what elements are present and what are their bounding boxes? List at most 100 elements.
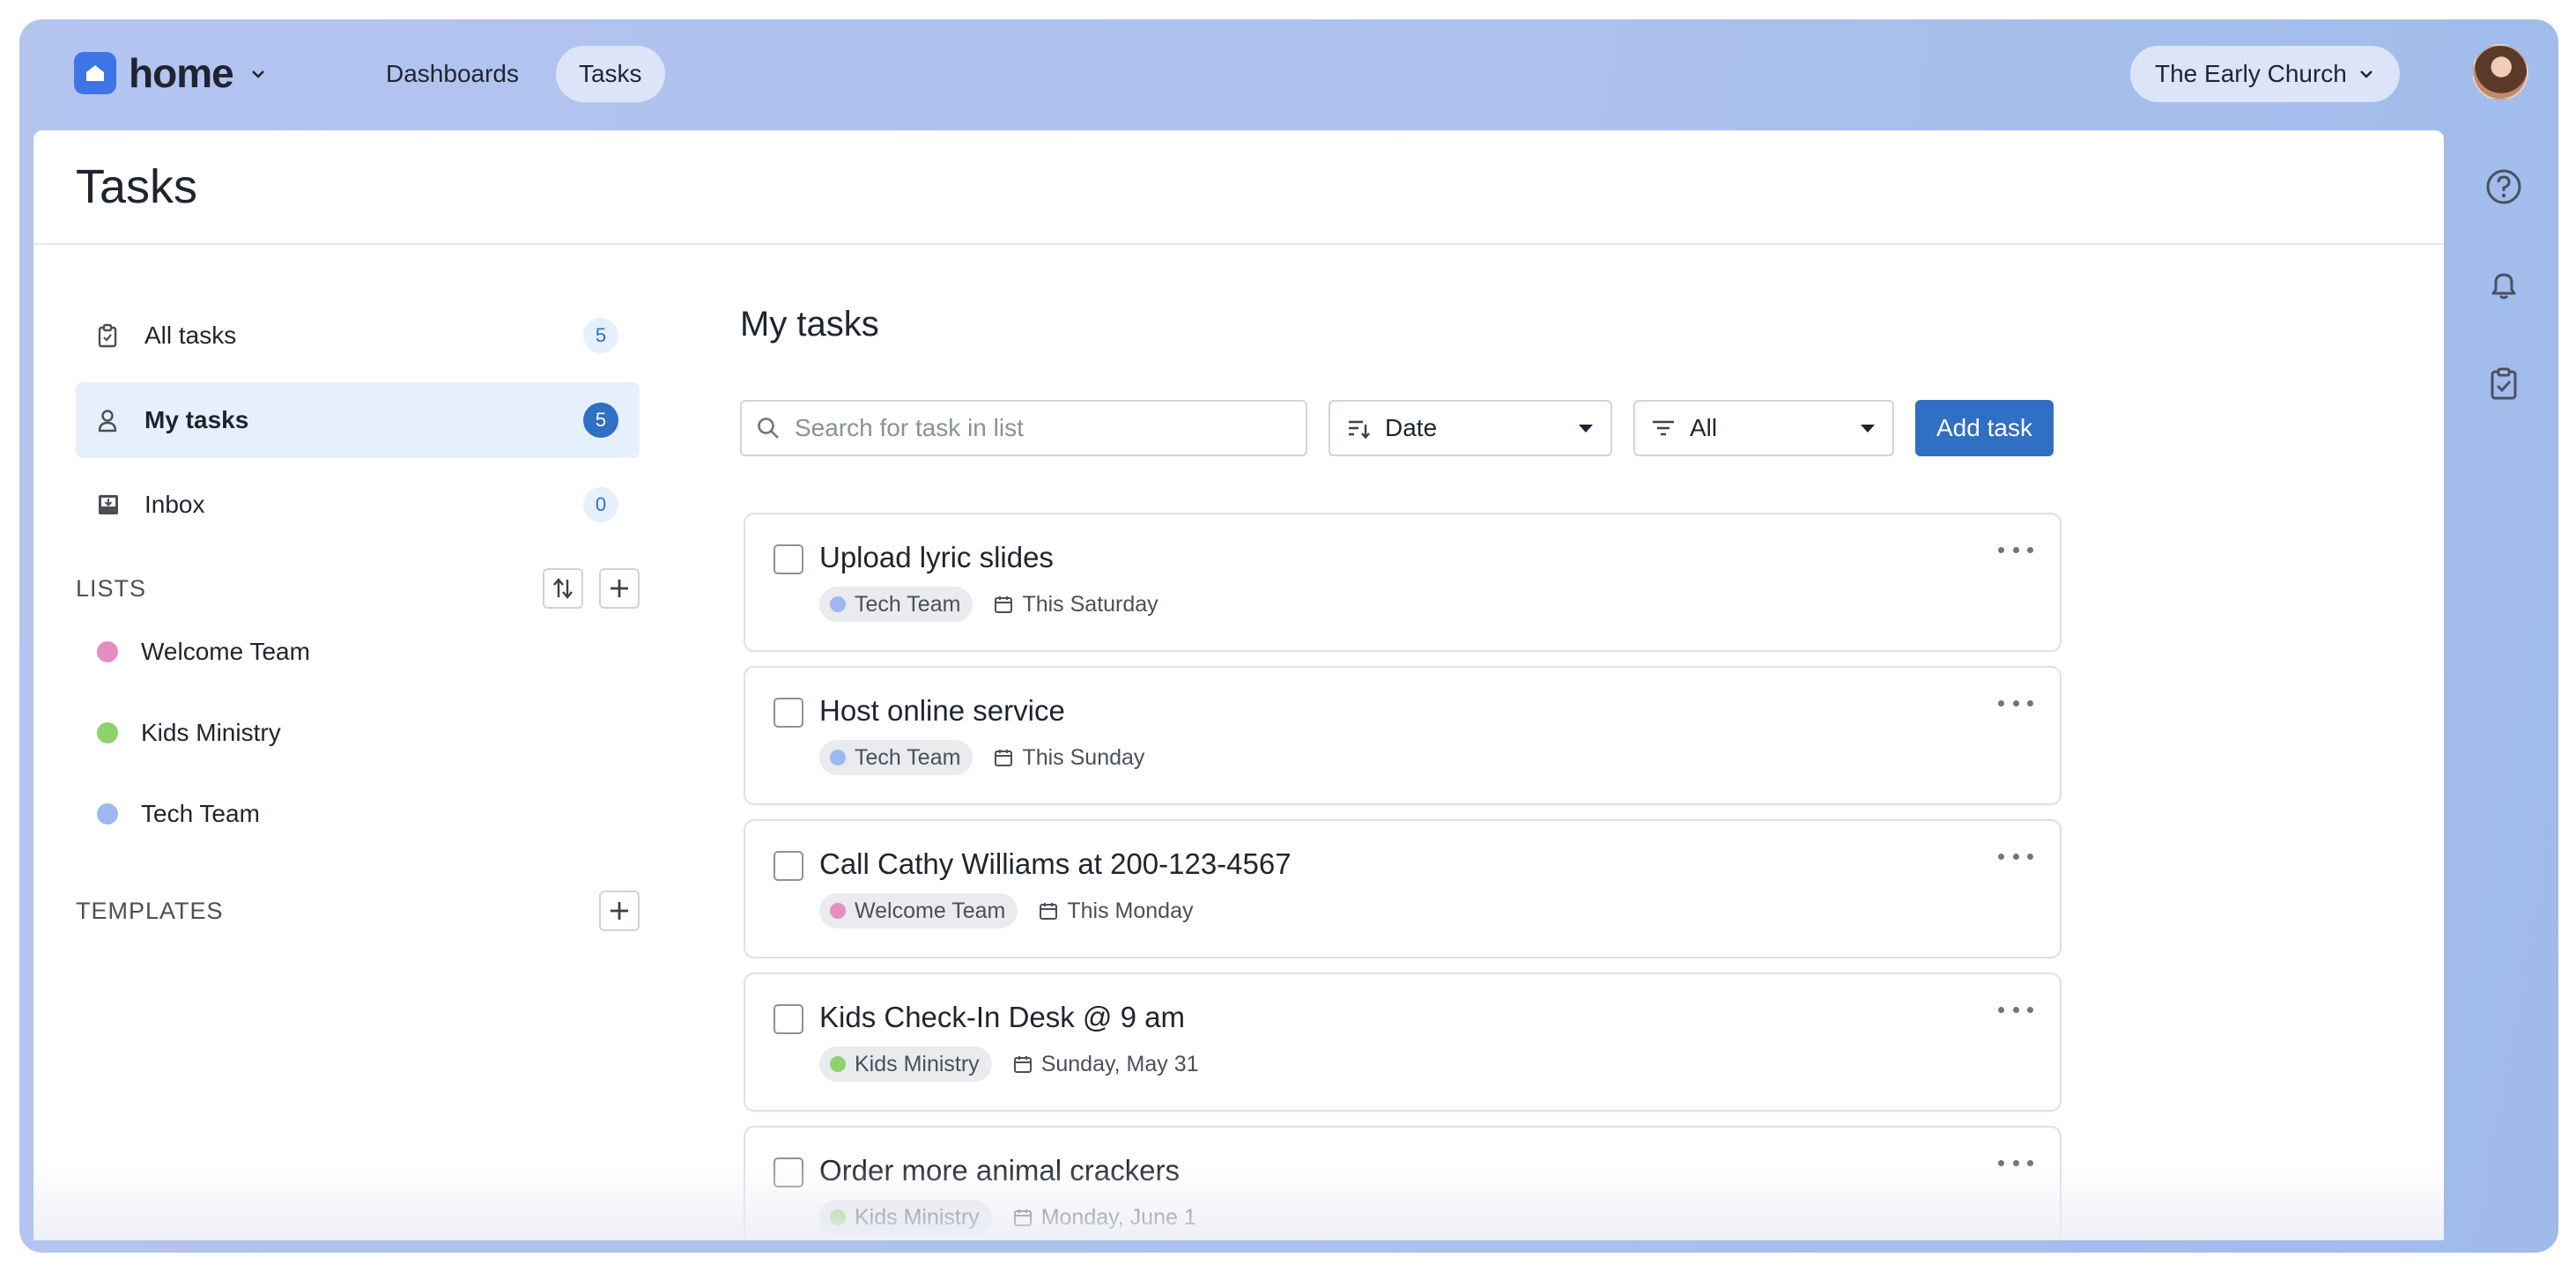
count-badge: 5: [583, 318, 618, 353]
sidebar-item-my-tasks[interactable]: My tasks 5: [76, 382, 640, 458]
search-icon: [758, 418, 779, 439]
due-date: Sunday, May 31: [1013, 1052, 1199, 1077]
more-options-icon[interactable]: [1998, 1154, 2033, 1172]
list-item-tech-team[interactable]: Tech Team: [76, 773, 640, 854]
help-icon[interactable]: [2469, 152, 2539, 222]
filter-icon: [1653, 420, 1674, 436]
tag-label: Welcome Team: [855, 898, 1006, 923]
add-task-button[interactable]: Add task: [1915, 400, 2054, 456]
page-title: Tasks: [76, 160, 198, 213]
caret-down-icon: [1861, 425, 1875, 433]
due-date-text: Sunday, May 31: [1040, 1051, 1199, 1076]
right-rail: [2469, 152, 2539, 447]
caret-down-icon: [1579, 425, 1593, 433]
task-checkbox[interactable]: [774, 1157, 803, 1187]
task-checkbox[interactable]: [774, 851, 803, 881]
templates-label: TEMPLATES: [76, 897, 224, 924]
tag-label: Kids Ministry: [855, 1204, 980, 1230]
app-name: home: [129, 50, 234, 96]
task-title: Host online service: [819, 694, 1065, 727]
home-logo-icon: [74, 52, 116, 94]
search-input[interactable]: [795, 414, 1306, 442]
add-template-button[interactable]: [599, 891, 640, 931]
filter-value: All: [1690, 414, 1718, 441]
sort-select[interactable]: Date: [1329, 400, 1612, 456]
due-date-text: This Sunday: [1022, 744, 1145, 770]
more-options-icon[interactable]: [1998, 1001, 2033, 1018]
bell-icon[interactable]: [2469, 250, 2539, 321]
due-date-text: This Saturday: [1022, 591, 1158, 617]
top-nav: Dashboards Tasks: [363, 46, 665, 102]
org-name: The Early Church: [2155, 60, 2347, 87]
sidebar-item-inbox[interactable]: Inbox 0: [76, 467, 640, 543]
search-field[interactable]: [740, 400, 1307, 456]
tag-label: Kids Ministry: [855, 1051, 980, 1076]
nav-tasks[interactable]: Tasks: [555, 46, 665, 102]
task-checkbox[interactable]: [774, 544, 803, 574]
app-switcher[interactable]: home: [74, 49, 267, 97]
task-checkbox[interactable]: [774, 1004, 803, 1034]
due-date-text: Monday, June 1: [1040, 1204, 1196, 1230]
sort-value: Date: [1385, 414, 1438, 441]
list-color-dot: [97, 803, 118, 825]
list-tag: Welcome Team: [819, 893, 1018, 928]
plus-icon: [611, 902, 628, 920]
task-card[interactable]: Upload lyric slides Tech Team This Satur…: [744, 513, 2062, 652]
task-title: Order more animal crackers: [819, 1154, 1180, 1187]
task-title: Kids Check-In Desk @ 9 am: [819, 1001, 1185, 1033]
clipboard-check-icon[interactable]: [2469, 349, 2539, 419]
lists-section-header: LISTS: [76, 566, 640, 611]
sidebar-item-label: My tasks: [144, 406, 249, 433]
lists-label: LISTS: [76, 574, 147, 602]
count-badge: 0: [583, 487, 618, 522]
filter-select[interactable]: All: [1633, 400, 1894, 456]
more-options-icon[interactable]: [1998, 694, 2033, 712]
avatar[interactable]: [2472, 44, 2528, 100]
list-tag: Kids Ministry: [819, 1200, 992, 1235]
sort-lists-button[interactable]: [543, 568, 583, 609]
task-title: Call Cathy Williams at 200-123-4567: [819, 847, 1292, 880]
list-item-welcome-team[interactable]: Welcome Team: [76, 611, 640, 692]
tag-label: Tech Team: [855, 744, 961, 770]
sidebar-item-label: All tasks: [144, 322, 237, 349]
task-meta: Kids Ministry Sunday, May 31: [819, 1046, 1199, 1082]
sort-icon: [553, 578, 573, 599]
list-item-label: Tech Team: [141, 800, 260, 827]
task-meta: Kids Ministry Monday, June 1: [819, 1200, 1196, 1235]
list-tag: Tech Team: [819, 740, 973, 775]
sidebar-item-all-tasks[interactable]: All tasks 5: [76, 298, 640, 373]
chevron-down-icon: [2359, 70, 2372, 78]
calendar-icon: [994, 748, 1013, 767]
task-card[interactable]: Kids Check-In Desk @ 9 am Kids Ministry …: [744, 972, 2062, 1112]
list-color-dot: [97, 641, 118, 662]
more-options-icon[interactable]: [1998, 541, 2033, 558]
tag-color-dot: [830, 903, 846, 919]
task-card[interactable]: Host online service Tech Team This Sunda…: [744, 666, 2062, 805]
task-checkbox[interactable]: [774, 698, 803, 728]
top-bar: home Dashboards Tasks The Early Church: [19, 19, 2558, 130]
list-item-kids-ministry[interactable]: Kids Ministry: [76, 692, 640, 773]
due-date: This Saturday: [994, 592, 1158, 618]
list-item-label: Welcome Team: [141, 638, 310, 665]
task-meta: Welcome Team This Monday: [819, 893, 1194, 928]
tag-color-dot: [830, 750, 846, 765]
task-card[interactable]: Call Cathy Williams at 200-123-4567 Welc…: [744, 819, 2062, 958]
add-list-button[interactable]: [599, 568, 640, 609]
sidebar-item-label: Inbox: [144, 491, 205, 518]
nav-dashboards[interactable]: Dashboards: [363, 46, 542, 102]
tasks-panel: Tasks All tasks 5 My tasks 5 Inbox 0 LIS…: [33, 130, 2444, 1240]
tag-color-dot: [830, 1209, 846, 1225]
org-switcher[interactable]: The Early Church: [2130, 46, 2400, 102]
task-meta: Tech Team This Sunday: [819, 740, 1144, 775]
task-card[interactable]: Order more animal crackers Kids Ministry…: [744, 1126, 2062, 1240]
section-title: My tasks: [740, 304, 879, 344]
plus-icon: [611, 580, 628, 597]
calendar-icon: [1039, 901, 1058, 921]
more-options-icon[interactable]: [1998, 847, 2033, 865]
calendar-icon: [1013, 1208, 1033, 1227]
list-item-label: Kids Ministry: [141, 719, 281, 746]
list-color-dot: [97, 722, 118, 743]
templates-section-header: TEMPLATES: [76, 888, 640, 934]
user-icon: [97, 408, 122, 433]
task-toolbar: Date All Add task: [740, 400, 2079, 456]
